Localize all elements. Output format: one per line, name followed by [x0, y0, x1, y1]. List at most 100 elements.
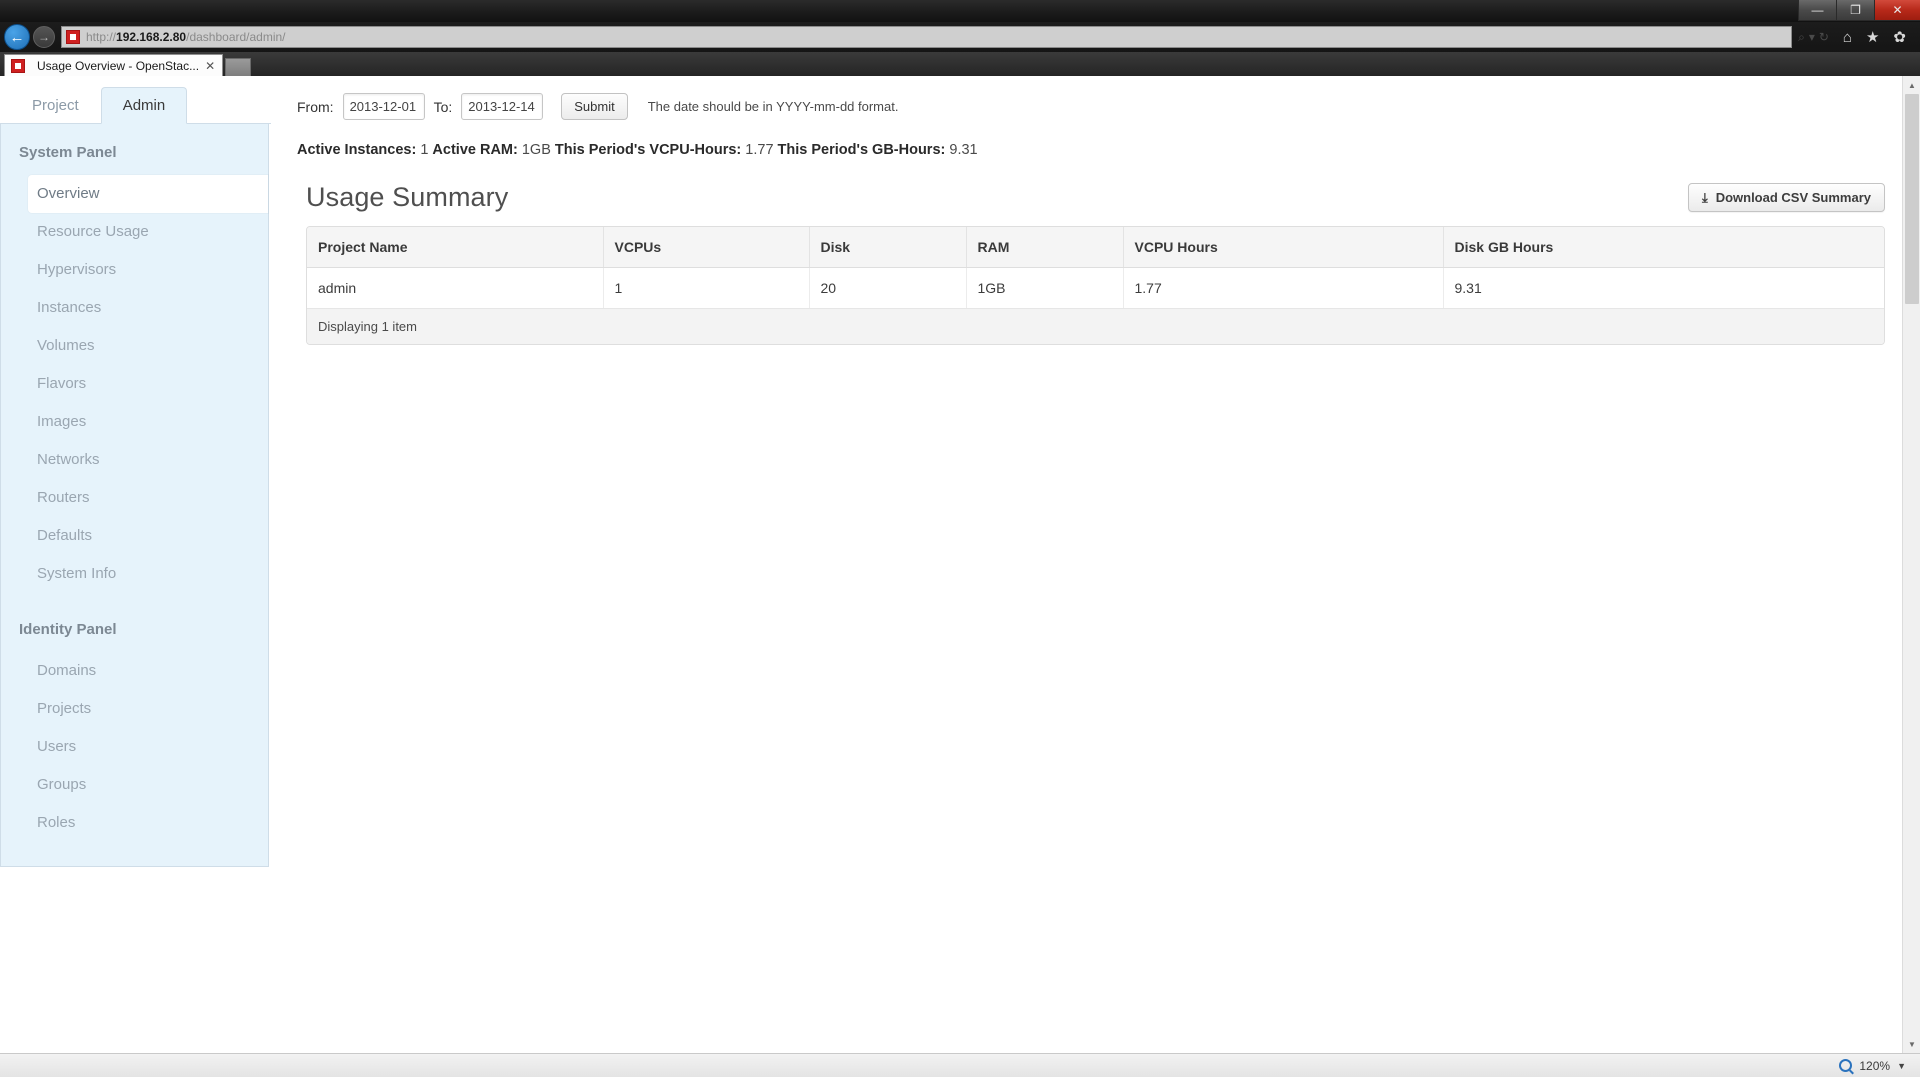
- table-header-row: Project Name VCPUs Disk RAM VCPU Hours D…: [307, 227, 1884, 268]
- page-scrollbar[interactable]: ▲ ▼: [1902, 76, 1920, 1053]
- tab-project[interactable]: Project: [10, 87, 101, 124]
- sidebar-tabs: Project Admin: [0, 86, 271, 124]
- from-date-input[interactable]: [342, 93, 425, 120]
- cell-ram: 1GB: [966, 267, 1124, 309]
- sidebar-item-instances[interactable]: Instances: [1, 289, 268, 327]
- sidebar-item-images[interactable]: Images: [1, 403, 268, 441]
- submit-button[interactable]: Submit: [561, 93, 628, 120]
- address-url: http://192.168.2.80/dashboard/admin/: [86, 30, 286, 44]
- favorites-icon[interactable]: ★: [1866, 28, 1879, 46]
- sidebar-item-networks[interactable]: Networks: [1, 441, 268, 479]
- cell-project-name: admin: [307, 267, 604, 309]
- sidebar-section-system-panel-title: System Panel: [19, 144, 117, 161]
- gear-icon[interactable]: ✿: [1893, 28, 1906, 46]
- sidebar-item-system-info[interactable]: System Info: [1, 555, 268, 593]
- sidebar-item-users[interactable]: Users: [1, 728, 268, 766]
- close-button[interactable]: ✕: [1874, 0, 1920, 21]
- usage-summary-header: Usage Summary ⤓ Download CSV Summary: [297, 158, 1902, 213]
- scroll-up-arrow-icon[interactable]: ▲: [1903, 76, 1920, 94]
- cell-disk-gb-hours: 9.31: [1443, 267, 1884, 309]
- site-favicon: [66, 30, 80, 44]
- column-header-vcpu-hours[interactable]: VCPU Hours: [1123, 227, 1444, 268]
- table-body: admin 1 20 1GB 1.77 9.31: [307, 267, 1884, 309]
- table-head: Project Name VCPUs Disk RAM VCPU Hours D…: [307, 227, 1884, 268]
- home-icon[interactable]: ⌂: [1843, 29, 1852, 46]
- table-row[interactable]: admin 1 20 1GB 1.77 9.31: [307, 267, 1884, 309]
- active-instances-label: Active Instances:: [297, 142, 417, 158]
- active-ram-label: Active RAM:: [432, 142, 518, 158]
- sidebar-item-overview[interactable]: Overview: [28, 175, 268, 213]
- sidebar-item-domains[interactable]: Domains: [1, 652, 268, 690]
- zoom-icon[interactable]: [1839, 1059, 1853, 1072]
- download-csv-button[interactable]: ⤓ Download CSV Summary: [1687, 183, 1885, 212]
- browser-tab[interactable]: Usage Overview - OpenStac... ✕: [4, 54, 224, 76]
- cell-vcpus: 1: [603, 267, 810, 309]
- usage-summary-table: Project Name VCPUs Disk RAM VCPU Hours D…: [307, 227, 1884, 309]
- scroll-down-arrow-icon[interactable]: ▼: [1903, 1035, 1920, 1053]
- page-title: Usage Summary: [306, 182, 509, 212]
- address-bar[interactable]: http://192.168.2.80/dashboard/admin/: [61, 26, 1793, 48]
- window-titlebar: — ❐ ✕: [0, 0, 1920, 22]
- cell-vcpu-hours: 1.77: [1123, 267, 1444, 309]
- minimize-button[interactable]: —: [1798, 0, 1836, 21]
- zoom-level-label: 120%: [1859, 1058, 1891, 1073]
- sidebar-item-volumes[interactable]: Volumes: [1, 327, 268, 365]
- chevron-down-icon[interactable]: ▾: [1809, 30, 1815, 44]
- to-date-input[interactable]: [461, 93, 544, 120]
- column-header-project-name[interactable]: Project Name: [307, 227, 604, 268]
- column-header-vcpus[interactable]: VCPUs: [603, 227, 810, 268]
- scrollbar-thumb[interactable]: [1905, 94, 1919, 304]
- sidebar-item-resource-usage[interactable]: Resource Usage: [1, 213, 268, 251]
- active-instances-value: 1: [420, 142, 429, 158]
- vcpu-hours-label: This Period's VCPU-Hours:: [554, 142, 742, 158]
- browser-window: — ❐ ✕ ← → http://192.168.2.80/dashboard/…: [0, 0, 1920, 1077]
- new-tab-button[interactable]: [225, 58, 252, 76]
- url-scheme: http://: [86, 30, 117, 44]
- column-header-disk-gb-hours[interactable]: Disk GB Hours: [1443, 227, 1884, 268]
- sidebar-item-defaults[interactable]: Defaults: [1, 517, 268, 555]
- sidebar-item-projects[interactable]: Projects: [1, 690, 268, 728]
- tab-close-icon[interactable]: ✕: [205, 59, 215, 73]
- column-header-ram[interactable]: RAM: [966, 227, 1124, 268]
- sidebar-item-routers[interactable]: Routers: [1, 479, 268, 517]
- tab-favicon: [11, 58, 25, 73]
- openstack-dashboard-page: DASHBOARD Project Admin System Panel Ove…: [0, 76, 1902, 1053]
- usage-summary-table-wrap: Project Name VCPUs Disk RAM VCPU Hours D…: [306, 226, 1885, 345]
- sidebar: Project Admin System Panel Overview Reso…: [0, 76, 271, 867]
- sidebar-item-hypervisors[interactable]: Hypervisors: [1, 251, 268, 289]
- back-button[interactable]: ←: [4, 24, 30, 50]
- zoom-chevron-down-icon[interactable]: ▼: [1897, 1061, 1906, 1071]
- sidebar-list-identity: Domains Projects Users Groups Roles: [1, 652, 268, 842]
- browser-statusbar: 120% ▼: [0, 1053, 1920, 1077]
- sidebar-item-roles[interactable]: Roles: [1, 804, 268, 842]
- sidebar-list-system: Overview Resource Usage Hypervisors Inst…: [1, 175, 268, 593]
- column-header-disk[interactable]: Disk: [809, 227, 967, 268]
- sidebar-item-flavors[interactable]: Flavors: [1, 365, 268, 403]
- tab-admin[interactable]: Admin: [100, 87, 188, 124]
- window-controls: — ❐ ✕: [1798, 0, 1920, 22]
- main-content: From: To: Submit The date should be in Y…: [271, 76, 1902, 345]
- page-viewport: DASHBOARD Project Admin System Panel Ove…: [0, 76, 1920, 1053]
- maximize-button[interactable]: ❐: [1836, 0, 1874, 21]
- search-icon[interactable]: ⌕: [1798, 30, 1805, 45]
- forward-button[interactable]: →: [33, 26, 55, 48]
- table-footer-count: Displaying 1 item: [307, 309, 1884, 344]
- browser-toolbar-icons: ⌂ ★ ✿: [1829, 28, 1916, 47]
- gb-hours-value: 9.31: [949, 142, 978, 158]
- page-body: Project Admin System Panel Overview Reso…: [0, 76, 1902, 867]
- refresh-icon[interactable]: ↻: [1819, 30, 1829, 44]
- sidebar-section-identity-panel-title: Identity Panel: [19, 621, 117, 638]
- gb-hours-label: This Period's GB-Hours:: [777, 142, 946, 158]
- tab-title: Usage Overview - OpenStac...: [37, 58, 200, 73]
- sidebar-panel: System Panel Overview Resource Usage Hyp…: [0, 124, 269, 867]
- cell-disk: 20: [809, 267, 967, 309]
- address-tools: ⌕ ▾ ↻: [1792, 30, 1829, 45]
- url-path: /dashboard/admin/: [186, 30, 286, 44]
- url-host: 192.168.2.80: [116, 30, 187, 44]
- download-csv-label: Download CSV Summary: [1715, 190, 1871, 205]
- date-range-form: From: To: Submit The date should be in Y…: [297, 76, 1902, 120]
- sidebar-item-groups[interactable]: Groups: [1, 766, 268, 804]
- usage-stats-line: Active Instances: 1 Active RAM: 1GB This…: [297, 120, 1902, 158]
- to-label: To:: [433, 98, 453, 115]
- browser-tabstrip: Usage Overview - OpenStac... ✕: [0, 52, 1920, 76]
